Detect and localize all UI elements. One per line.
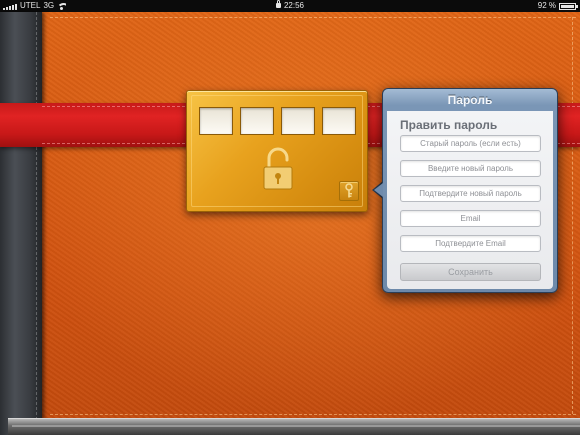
status-time: 22:56	[283, 1, 305, 10]
popover-body: Править пароль Сохранить	[387, 111, 553, 289]
screen-lock-icon	[275, 0, 281, 8]
battery-icon	[559, 2, 578, 10]
popover-arrow-fill	[374, 183, 383, 197]
password-popover: Пароль Править пароль Сохранить	[382, 88, 558, 293]
old-password-field[interactable]	[400, 135, 541, 152]
lock-digit-3[interactable]	[281, 107, 315, 135]
book-pages-line	[12, 425, 580, 427]
padlock-icon	[263, 147, 293, 190]
lock-digit-1[interactable]	[199, 107, 233, 135]
new-password-field[interactable]	[400, 160, 541, 177]
status-center: 22:56	[0, 0, 580, 12]
popover-title: Пароль	[447, 93, 493, 107]
save-button[interactable]: Сохранить	[400, 263, 541, 281]
spine-stitching	[36, 12, 37, 435]
status-right: 92 %	[537, 0, 578, 12]
status-bar: UTEL 3G 22:56 92 %	[0, 0, 580, 12]
cover-stitching-right	[572, 17, 573, 414]
battery-percent: 92 %	[537, 1, 556, 10]
cover-stitching-bottom	[50, 414, 576, 415]
lock-digit-4[interactable]	[322, 107, 356, 135]
confirm-password-field[interactable]	[400, 185, 541, 202]
key-icon	[345, 183, 353, 198]
cover-stitching-top	[50, 17, 576, 18]
confirm-email-field[interactable]	[400, 235, 541, 252]
lock-digit-2[interactable]	[240, 107, 274, 135]
section-title: Править пароль	[400, 118, 498, 132]
change-password-button[interactable]	[339, 181, 359, 201]
email-field[interactable]	[400, 210, 541, 227]
combination-lock	[186, 90, 368, 212]
